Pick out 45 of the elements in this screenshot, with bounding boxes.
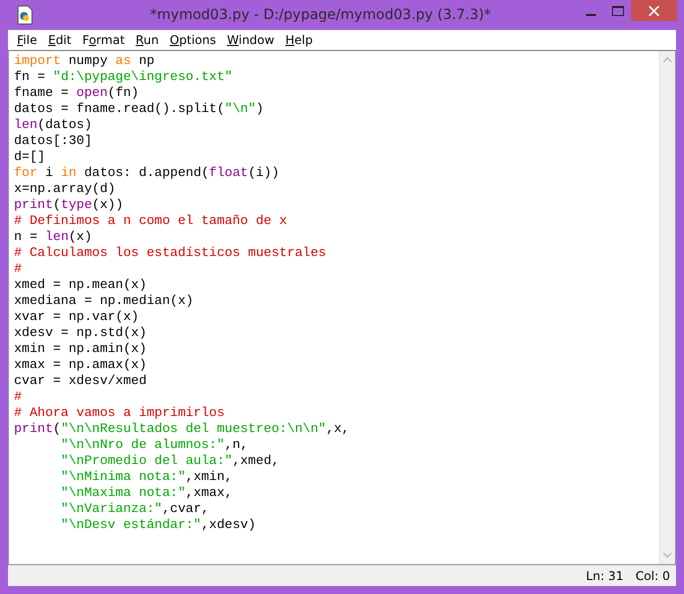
code-line: datos[:30] <box>14 133 92 149</box>
code-line: "\n\nNro de alumnos:",n, <box>60 437 248 453</box>
menu-item[interactable]: Run <box>130 33 164 47</box>
code-line: cvar = xdesv/xmed <box>14 373 147 389</box>
code-line: xmax = np.amax(x) <box>14 357 147 373</box>
close-icon <box>649 6 659 16</box>
code-line: "\nVarianza:",cvar, <box>60 501 210 517</box>
code-line: n = len(x) <box>14 229 92 245</box>
code-line: xmediana = np.median(x) <box>14 293 194 309</box>
line-number-status: Ln: 31 <box>586 569 624 583</box>
code-line: x=np.array(d) <box>14 181 116 197</box>
code-line: # <box>14 389 22 405</box>
code-line: for i in datos: d.append(float(i)) <box>14 165 280 181</box>
code-line: fn = "d:\pypage\ingreso.txt" <box>14 69 232 85</box>
code-line: "\nPromedio del aula:",xmed, <box>60 453 280 469</box>
menu-item[interactable]: Format <box>77 33 130 47</box>
menu-item[interactable]: Help <box>280 33 318 47</box>
code-line: # <box>14 261 22 277</box>
code-line: d=[] <box>14 149 46 165</box>
code-line: "\nMinima nota:",xmin, <box>60 469 232 485</box>
code-line: fname = open(fn) <box>14 85 139 101</box>
code-line: print(type(x)) <box>14 197 124 213</box>
code-line: len(datos) <box>14 117 92 133</box>
code-line: # Ahora vamos a imprimirlos <box>14 405 225 421</box>
maximize-icon <box>612 6 624 16</box>
python-file-icon <box>16 5 34 25</box>
code-line: "\nMaxima nota:",xmax, <box>60 485 232 501</box>
code-line: import numpy as np <box>14 53 154 69</box>
code-line: xdesv = np.std(x) <box>14 325 147 341</box>
code-line: xvar = np.var(x) <box>14 309 139 325</box>
code-line: xmed = np.mean(x) <box>14 277 147 293</box>
menu-item[interactable]: Edit <box>43 33 76 47</box>
minimize-icon <box>586 14 596 16</box>
code-line: # Definimos a n como el tamaño de x <box>14 213 288 229</box>
code-line: print("\n\nResultados del muestreo:\n\n",x, <box>14 421 350 437</box>
code-line: "\nDesv estándar:",xdesv) <box>60 517 256 533</box>
code-line: xmin = np.amin(x) <box>14 341 147 357</box>
menu-item[interactable]: Window <box>222 33 280 47</box>
window-title: *mymod03.py - D:/pypage/mymod03.py (3.7.3)* <box>149 7 492 23</box>
close-button[interactable] <box>631 0 677 21</box>
column-status: Col: 0 <box>635 569 670 583</box>
menu-item[interactable]: Options <box>164 33 221 47</box>
menu-item[interactable]: File <box>12 33 42 47</box>
code-line: # Calculamos los estadísticos muestrales <box>14 245 326 261</box>
code-line: datos = fname.read().split("\n") <box>14 101 264 117</box>
